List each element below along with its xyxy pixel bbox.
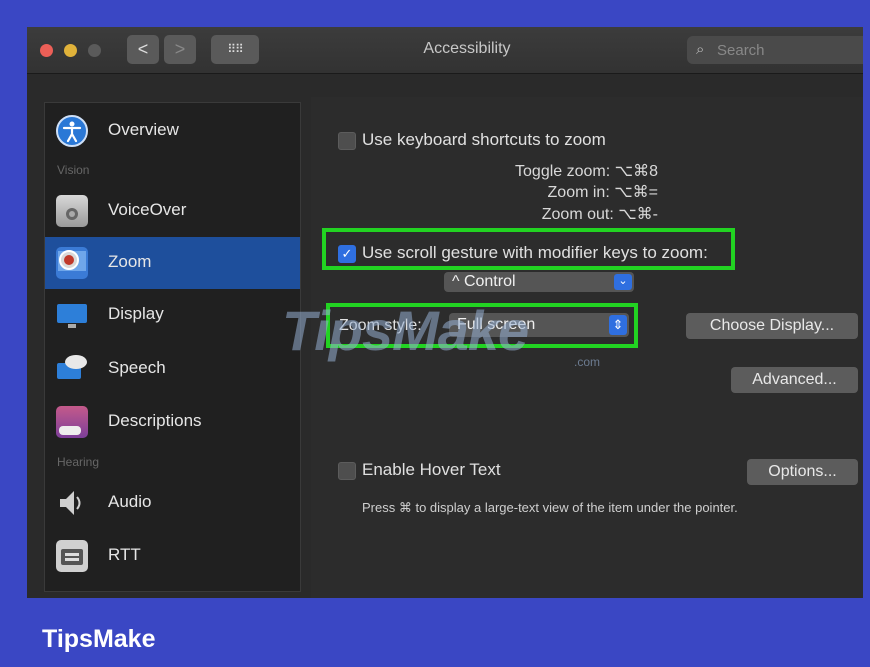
sidebar-item-label: Audio — [108, 492, 152, 511]
rtt-icon — [56, 540, 88, 572]
zoom-icon — [56, 247, 88, 279]
voiceover-icon — [56, 195, 88, 227]
sidebar: Overview Vision VoiceOver Zoom Display S — [44, 102, 301, 592]
sidebar-item-audio[interactable]: Audio — [45, 477, 300, 529]
brand-logo: TipsMake — [42, 625, 156, 653]
window-title: Accessibility — [423, 40, 511, 57]
zoom-out-label: Zoom out: — [541, 206, 614, 223]
section-header-vision: Vision — [57, 163, 90, 177]
back-button[interactable]: < — [127, 35, 159, 64]
advanced-button[interactable]: Advanced... — [731, 367, 858, 393]
sidebar-item-label: VoiceOver — [108, 200, 187, 219]
watermark: TipsMake — [282, 299, 529, 362]
title-bar: < > ⠿⠿ Accessibility ⌕ Search — [27, 27, 863, 74]
chevron-down-icon: ⌄ — [614, 274, 632, 290]
zoom-window-button[interactable] — [88, 44, 101, 57]
sidebar-item-label: Descriptions — [108, 411, 202, 430]
zoom-in-keys: ⌥⌘= — [614, 184, 658, 201]
sidebar-item-label: Overview — [108, 120, 179, 139]
sidebar-item-display[interactable]: Display — [45, 289, 300, 341]
accessibility-icon — [56, 115, 88, 147]
keyboard-shortcuts-label: Use keyboard shortcuts to zoom — [362, 130, 606, 149]
toggle-zoom-label: Toggle zoom: — [515, 163, 611, 180]
hover-text-hint: Press ⌘ to display a large-text view of … — [362, 500, 738, 515]
sidebar-item-label: RTT — [108, 545, 141, 564]
scroll-gesture-label: Use scroll gesture with modifier keys to… — [362, 243, 708, 262]
close-window-button[interactable] — [40, 44, 53, 57]
toggle-zoom-keys: ⌥⌘8 — [614, 163, 658, 180]
speech-icon — [56, 353, 88, 385]
search-icon: ⌕ — [696, 41, 705, 58]
zoom-in-label: Zoom in: — [547, 184, 610, 201]
sidebar-item-label: Display — [108, 304, 164, 323]
hover-text-label: Enable Hover Text — [362, 460, 501, 479]
zoom-out-keys: ⌥⌘- — [618, 206, 658, 223]
search-field[interactable]: ⌕ Search — [687, 36, 863, 64]
audio-icon — [56, 487, 88, 519]
chevron-right-icon: > — [174, 39, 186, 59]
minimize-window-button[interactable] — [64, 44, 77, 57]
sidebar-item-label: Speech — [108, 358, 166, 377]
options-button[interactable]: Options... — [747, 459, 858, 485]
zoom-out-shortcut: Zoom out: ⌥⌘- — [542, 204, 658, 224]
toggle-zoom-shortcut: Toggle zoom: ⌥⌘8 — [515, 161, 658, 181]
search-placeholder: Search — [717, 42, 765, 59]
show-all-button[interactable]: ⠿⠿ — [211, 35, 259, 64]
watermark-suffix: .com — [574, 355, 601, 369]
sidebar-item-descriptions[interactable]: Descriptions — [45, 396, 300, 448]
chevron-left-icon: < — [137, 39, 149, 59]
zoom-in-shortcut: Zoom in: ⌥⌘= — [548, 182, 658, 202]
modifier-value: ^ Control — [452, 273, 516, 290]
scroll-gesture-checkbox[interactable]: ✓ — [338, 245, 356, 263]
modifier-key-popup[interactable]: ^ Control ⌄ — [444, 272, 634, 292]
hover-text-checkbox[interactable] — [338, 462, 356, 480]
keyboard-shortcuts-checkbox[interactable] — [338, 132, 356, 150]
choose-display-button[interactable]: Choose Display... — [686, 313, 858, 339]
sidebar-item-zoom[interactable]: Zoom — [45, 237, 300, 289]
sidebar-item-voiceover[interactable]: VoiceOver — [45, 185, 300, 237]
grid-icon: ⠿⠿ — [227, 42, 244, 56]
sidebar-item-speech[interactable]: Speech — [45, 343, 300, 395]
chevron-updown-icon: ⇕ — [609, 315, 627, 335]
display-icon — [56, 299, 88, 331]
forward-button[interactable]: > — [164, 35, 196, 64]
section-header-hearing: Hearing — [57, 455, 100, 469]
sidebar-item-label: Zoom — [108, 252, 152, 271]
sidebar-item-rtt[interactable]: RTT — [45, 530, 300, 582]
descriptions-icon — [56, 406, 88, 438]
sidebar-item-overview[interactable]: Overview — [45, 105, 300, 157]
